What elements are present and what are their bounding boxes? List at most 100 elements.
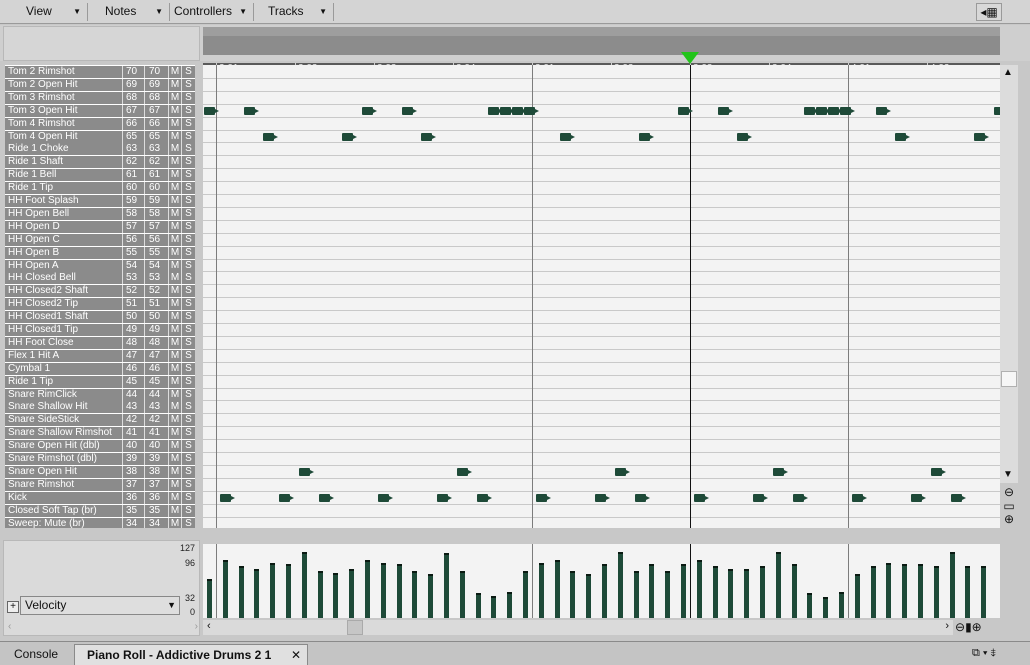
solo-button[interactable]: S <box>181 465 195 478</box>
time-ruler[interactable] <box>203 27 1000 55</box>
key-out-note[interactable]: 63 <box>144 143 168 156</box>
velocity-bar[interactable] <box>854 574 860 618</box>
key-row[interactable]: HH Open Bell 58 58 M S <box>5 207 195 220</box>
zoom-out-icon[interactable]: ⊖ <box>955 620 965 634</box>
key-out-note[interactable]: 49 <box>144 324 168 336</box>
midi-note[interactable] <box>974 132 990 141</box>
velocity-bar[interactable] <box>981 566 987 618</box>
key-out-note[interactable]: 69 <box>144 78 168 91</box>
velocity-bar[interactable] <box>254 569 260 618</box>
mute-button[interactable]: M <box>168 143 181 156</box>
velocity-bar[interactable] <box>744 569 750 618</box>
velocity-bar[interactable] <box>301 552 307 618</box>
tab-console[interactable]: Console <box>2 644 72 665</box>
key-in-note[interactable]: 50 <box>122 311 143 324</box>
key-in-note[interactable]: 36 <box>122 491 143 504</box>
midi-note[interactable] <box>279 493 295 502</box>
solo-button[interactable]: S <box>181 220 195 233</box>
midi-note[interactable] <box>804 106 820 115</box>
key-row[interactable]: Snare RimClick 44 44 M S <box>5 388 195 401</box>
velocity-bar[interactable] <box>507 592 513 618</box>
zoom-reset-icon[interactable]: ▭ <box>1002 500 1016 512</box>
midi-note[interactable] <box>839 106 855 115</box>
midi-note[interactable] <box>875 106 891 115</box>
tab-piano-roll[interactable]: Piano Roll - Addictive Drums 2 1 ✕ <box>74 644 308 665</box>
solo-button[interactable]: S <box>181 388 195 401</box>
mute-button[interactable]: M <box>168 285 181 298</box>
chevron-down-icon[interactable]: ▾ <box>983 647 988 659</box>
velocity-bar[interactable] <box>317 571 323 618</box>
key-out-note[interactable]: 48 <box>144 336 168 349</box>
velocity-bar[interactable] <box>949 552 955 618</box>
solo-button[interactable]: S <box>181 401 195 414</box>
mute-button[interactable]: M <box>168 104 181 117</box>
key-in-note[interactable]: 43 <box>122 401 143 414</box>
solo-button[interactable]: S <box>181 285 195 298</box>
mute-button[interactable]: M <box>168 517 181 528</box>
solo-button[interactable]: S <box>181 349 195 362</box>
key-row[interactable]: HH Closed1 Shaft 50 50 M S <box>5 311 195 324</box>
vertical-scrollbar[interactable]: ▲ ▼ <box>1000 65 1018 483</box>
key-row[interactable]: HH Closed Bell 53 53 M S <box>5 272 195 285</box>
mute-button[interactable]: M <box>168 362 181 375</box>
add-controller-button[interactable]: + <box>7 601 19 613</box>
key-out-note[interactable]: 59 <box>144 195 168 207</box>
solo-button[interactable]: S <box>181 130 195 143</box>
mute-button[interactable]: M <box>168 207 181 220</box>
mute-button[interactable]: M <box>168 130 181 143</box>
solo-button[interactable]: S <box>181 324 195 336</box>
key-row[interactable]: Ride 1 Choke 63 63 M S <box>5 143 195 156</box>
key-row[interactable]: Flex 1 Hit A 47 47 M S <box>5 349 195 362</box>
velocity-bar[interactable] <box>428 574 434 618</box>
mute-button[interactable]: M <box>168 259 181 272</box>
view-menu[interactable]: View ▼ <box>4 3 88 21</box>
solo-button[interactable]: S <box>181 311 195 324</box>
key-in-note[interactable]: 51 <box>122 298 143 311</box>
velocity-bar[interactable] <box>459 571 465 618</box>
mute-button[interactable]: M <box>168 298 181 311</box>
velocity-bar[interactable] <box>633 571 639 618</box>
velocity-bar[interactable] <box>380 563 386 618</box>
key-in-note[interactable]: 55 <box>122 246 143 259</box>
grid-view-icon[interactable]: ◂▦ <box>976 3 1002 21</box>
horizontal-scrollbar[interactable]: ‹ › <box>203 620 953 635</box>
key-row[interactable]: Sweep: Mute (br) 34 34 M S <box>5 517 195 528</box>
key-in-note[interactable]: 54 <box>122 259 143 272</box>
midi-note[interactable] <box>772 467 788 476</box>
solo-button[interactable]: S <box>181 427 195 440</box>
key-out-note[interactable]: 41 <box>144 427 168 440</box>
mute-button[interactable]: M <box>168 427 181 440</box>
key-row[interactable]: Tom 2 Rimshot 70 70 M S <box>5 66 195 78</box>
key-out-note[interactable]: 38 <box>144 465 168 478</box>
midi-note[interactable] <box>753 493 769 502</box>
solo-button[interactable]: S <box>181 440 195 453</box>
midi-note[interactable] <box>950 493 966 502</box>
notes-menu[interactable]: Notes ▼ <box>92 3 170 21</box>
solo-button[interactable]: S <box>181 246 195 259</box>
midi-note[interactable] <box>523 106 539 115</box>
key-out-note[interactable]: 42 <box>144 414 168 427</box>
velocity-bar[interactable] <box>839 592 844 618</box>
velocity-bar[interactable] <box>902 564 908 618</box>
midi-note[interactable] <box>488 106 504 115</box>
key-row[interactable]: Snare Shallow Hit 43 43 M S <box>5 401 195 414</box>
key-out-note[interactable]: 35 <box>144 504 168 517</box>
velocity-bar[interactable] <box>491 596 497 618</box>
zoom-slider-icon[interactable]: ▮ <box>965 620 972 634</box>
piano-roll-note-grid[interactable] <box>203 65 1000 528</box>
key-in-note[interactable]: 68 <box>122 91 143 104</box>
midi-note[interactable] <box>559 132 575 141</box>
velocity-bar[interactable] <box>775 552 781 618</box>
controllers-menu[interactable]: Controllers ▼ <box>172 3 254 21</box>
velocity-bar[interactable] <box>965 566 971 618</box>
midi-note[interactable] <box>595 493 611 502</box>
key-row[interactable]: HH Open C 56 56 M S <box>5 233 195 246</box>
midi-note[interactable] <box>318 493 334 502</box>
header-scrollbar[interactable]: ‹ › <box>8 621 198 633</box>
velocity-bar[interactable] <box>870 566 876 618</box>
key-out-note[interactable]: 68 <box>144 91 168 104</box>
velocity-bar[interactable] <box>538 563 544 618</box>
solo-button[interactable]: S <box>181 169 195 182</box>
midi-note[interactable] <box>437 493 453 502</box>
midi-note[interactable] <box>204 106 219 115</box>
